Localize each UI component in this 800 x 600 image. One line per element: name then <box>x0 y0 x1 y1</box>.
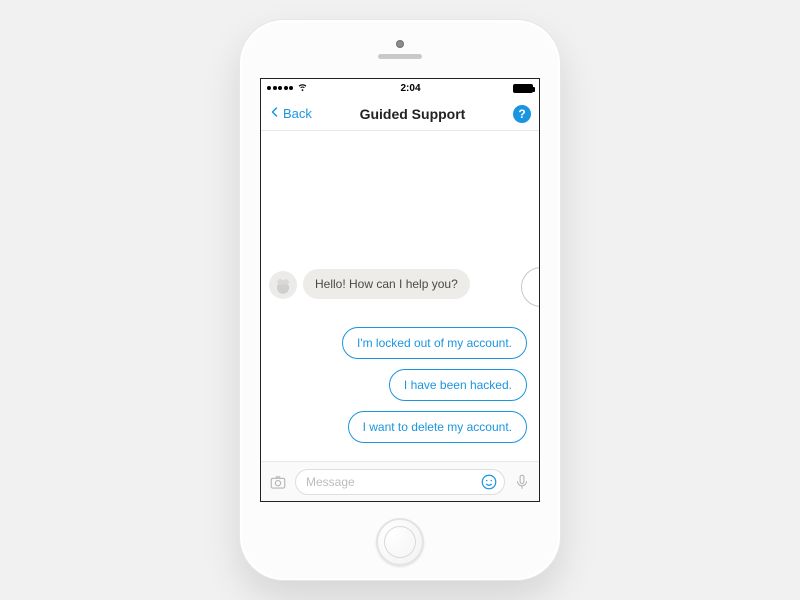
bot-message-row: Hello! How can I help you? <box>269 269 470 299</box>
back-button[interactable]: Back <box>269 105 312 122</box>
microphone-icon[interactable] <box>513 473 531 491</box>
status-bar-left <box>267 81 308 95</box>
chat-area: Hello! How can I help you? I'm locked ou… <box>261 131 539 461</box>
status-bar-right <box>513 84 533 93</box>
wifi-icon <box>297 81 308 95</box>
device-top-hardware <box>240 40 560 59</box>
quick-reply-button[interactable]: I want to delete my account. <box>348 411 527 443</box>
help-button[interactable]: ? <box>513 105 531 123</box>
emoji-icon[interactable] <box>480 473 498 491</box>
status-bar-time: 2:04 <box>400 83 420 94</box>
nav-bar: Back Guided Support ? <box>261 97 539 131</box>
message-input-bar <box>261 461 539 501</box>
quick-reply-button[interactable]: I'm locked out of my account. <box>342 327 527 359</box>
bot-avatar-icon <box>269 271 297 299</box>
cellular-signal-icon <box>267 86 293 90</box>
page-title: Guided Support <box>360 106 466 122</box>
earpiece-speaker-icon <box>378 54 422 59</box>
status-bar: 2:04 <box>261 79 539 97</box>
question-mark-icon: ? <box>518 107 525 121</box>
front-camera-icon <box>396 40 404 48</box>
message-field-wrapper <box>295 469 505 495</box>
bot-message-bubble: Hello! How can I help you? <box>303 269 470 299</box>
battery-icon <box>513 84 533 93</box>
phone-frame: 2:04 Back Guided Support ? Hello! How ca… <box>240 20 560 580</box>
home-button[interactable] <box>376 518 424 566</box>
quick-reply-button[interactable]: I have been hacked. <box>389 369 527 401</box>
back-label: Back <box>283 106 312 121</box>
chevron-left-icon <box>269 105 281 122</box>
screen: 2:04 Back Guided Support ? Hello! How ca… <box>260 78 540 502</box>
message-input[interactable] <box>306 475 480 489</box>
camera-icon[interactable] <box>269 473 287 491</box>
assistive-touch-icon[interactable] <box>521 267 539 307</box>
quick-replies: I'm locked out of my account. I have bee… <box>342 327 527 443</box>
